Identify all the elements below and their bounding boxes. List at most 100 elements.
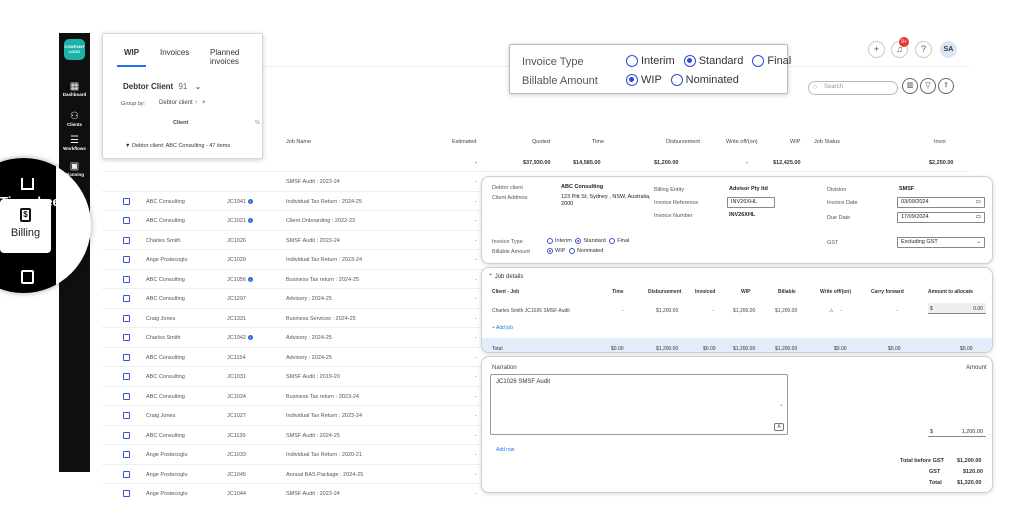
jd-write-off[interactable]: - [840,308,842,314]
gst-select[interactable]: Excluding GST ⌄ [897,237,985,248]
row-checkbox[interactable] [123,431,130,439]
row-job-name[interactable]: Advisory : 2024-25 [286,355,332,361]
division-value[interactable]: SMSF [899,186,914,192]
col-invoice[interactable]: Invoi [934,139,946,145]
row-job-code[interactable]: JC1031 [227,374,246,380]
row-checkbox[interactable] [123,451,130,458]
row-job-code[interactable]: JC1033 [227,452,246,458]
narration-textarea[interactable]: JC1026 SMSF Audit ⌄ A [490,374,788,435]
columns-icon[interactable]: ▥ [902,78,918,94]
panel-radio-final[interactable]: Final [609,238,629,244]
row-checkbox[interactable] [123,490,130,497]
row-job-code[interactable]: JC1041 i [227,199,253,205]
row-job-name[interactable]: Advisory : 2024-25 [286,296,332,302]
due-date-input[interactable]: 17/09/2024 ▭ [897,212,985,223]
row-job-code[interactable]: JC1021 i [227,218,253,224]
row-checkbox[interactable] [123,197,130,205]
debtor-client-value[interactable]: ABC Consulting [561,184,603,190]
col-write-off[interactable]: Write off/(on) [726,139,758,145]
search-input[interactable]: ○ Search [808,81,898,95]
row-job-name[interactable]: Individual Tax Return : 2023-24 [286,257,362,263]
add-row-link[interactable]: Add row [496,447,514,453]
row-job-name[interactable]: Client Onboarding : 2022-23 [286,218,355,224]
row-checkbox[interactable] [123,295,130,302]
row-job-code[interactable]: JC1154 [227,355,246,361]
warning-icon[interactable]: ⚠ [829,308,833,314]
row-checkbox[interactable] [123,392,130,400]
job-details-header[interactable]: ⌃ Job details [488,273,523,280]
row-job-code[interactable]: JC1026 [227,238,246,244]
row-job-code[interactable]: JC1029 [227,257,246,263]
row-job-name[interactable]: SMSF Audit : 2023-24 [286,179,340,185]
group-panel-title[interactable]: Debtor Client 91 ⌄ [123,82,201,91]
row-job-name[interactable]: Annual BAS Package : 2024-25 [286,472,363,478]
chevron-down-icon[interactable]: ⌄ [779,401,784,408]
row-job-name[interactable]: SMSF Audit : 2019-20 [286,374,340,380]
panel-radio-interim[interactable]: Interim [547,238,572,244]
col-disbursement[interactable]: Disbursement [666,139,700,145]
info-icon[interactable]: i [247,335,253,341]
row-job-code[interactable]: JC1139 [227,433,246,439]
row-job-name[interactable]: Individual Tax Return : 2020-21 [286,452,362,458]
row-job-name[interactable]: Individual Tax Return : 2023-24 [286,413,362,419]
info-icon[interactable]: i [247,198,253,204]
jd-amount-input[interactable]: $ 0.00 [928,303,986,314]
calendar-icon[interactable]: ▭ [976,213,981,222]
radio-interim[interactable]: Interim [626,55,675,68]
sidebar-item-workflows[interactable]: ☰ Workflows [59,135,90,151]
row-job-name[interactable]: Business Services : 2024-25 [286,316,356,322]
tab-invoices[interactable]: Invoices [160,48,189,57]
row-job-code[interactable]: JC1044 [227,491,246,497]
avatar[interactable]: SA [940,41,957,58]
filter-icon[interactable]: ▽ [920,78,936,94]
col-estimated[interactable]: Estimated [452,139,476,145]
group-row[interactable]: ▼ Debtor client: ABC Consulting - 47 ite… [125,143,230,149]
help-icon[interactable]: ? [915,41,932,58]
row-job-name[interactable]: Business Tax return : 2023-24 [286,394,359,400]
sidebar-item-dashboard[interactable]: ▦ Dashboard [59,81,90,97]
row-checkbox[interactable] [123,236,130,244]
close-icon[interactable]: × [202,100,206,106]
info-icon[interactable]: i [247,218,253,224]
radio-final[interactable]: Final [752,55,791,68]
row-job-name[interactable]: Advisory : 2024-25 [286,335,332,341]
row-job-code[interactable]: JC1042 i [227,335,253,341]
row-job-name[interactable]: SMSF Audit : 2023-24 [286,491,340,497]
invoice-date-input[interactable]: 03/09/2024 ▭ [897,197,985,208]
row-job-code[interactable]: JC1024 [227,394,246,400]
col-wip[interactable]: WIP [790,139,800,145]
row-checkbox[interactable] [123,412,130,419]
add-job-link[interactable]: + Add job [492,325,513,331]
row-checkbox[interactable] [123,275,130,283]
sidebar-item-clients[interactable]: ⚇ Clients [59,111,90,127]
row-job-name[interactable]: Business Tax return : 2024-25 [286,277,359,283]
col-quoted[interactable]: Quoted [532,139,550,145]
calendar-icon[interactable]: ▭ [976,198,981,207]
col-job-status[interactable]: Job Status [814,139,840,145]
invoice-reference-input[interactable]: INV26XHL [727,197,775,208]
row-checkbox[interactable] [123,353,130,361]
row-job-code[interactable]: JC1027 [227,413,246,419]
row-checkbox[interactable] [123,334,130,341]
radio-standard[interactable]: Standard [683,55,743,68]
col-time[interactable]: Time [592,139,604,145]
row-job-name[interactable]: SMSF Audit : 2023-24 [286,238,340,244]
client-col-header[interactable]: Client [173,120,188,126]
narration-amount-input[interactable]: $ 1,200.00 [928,426,986,437]
add-icon[interactable]: + [868,41,885,58]
billing-entity-value[interactable]: Advisor Pty ltd [729,186,768,192]
export-icon[interactable]: ⇪ [938,78,954,94]
col-job-name[interactable]: Job Name [286,139,311,145]
row-checkbox[interactable] [123,470,130,478]
row-job-code[interactable]: JC1331 [227,316,246,322]
panel-radio-standard[interactable]: Standard [575,238,606,244]
text-format-icon[interactable]: A [774,423,784,431]
row-checkbox[interactable] [123,373,130,380]
row-checkbox[interactable] [123,256,130,263]
panel-radio-nominated[interactable]: Nominated [568,248,603,254]
row-checkbox[interactable] [123,314,130,322]
sidebar-item-billing[interactable]: $ Billing [0,199,51,253]
row-job-code[interactable]: JC1297 [227,296,246,302]
notifications-button[interactable]: ♫ 9+ [891,37,909,58]
info-icon[interactable]: i [247,276,253,282]
